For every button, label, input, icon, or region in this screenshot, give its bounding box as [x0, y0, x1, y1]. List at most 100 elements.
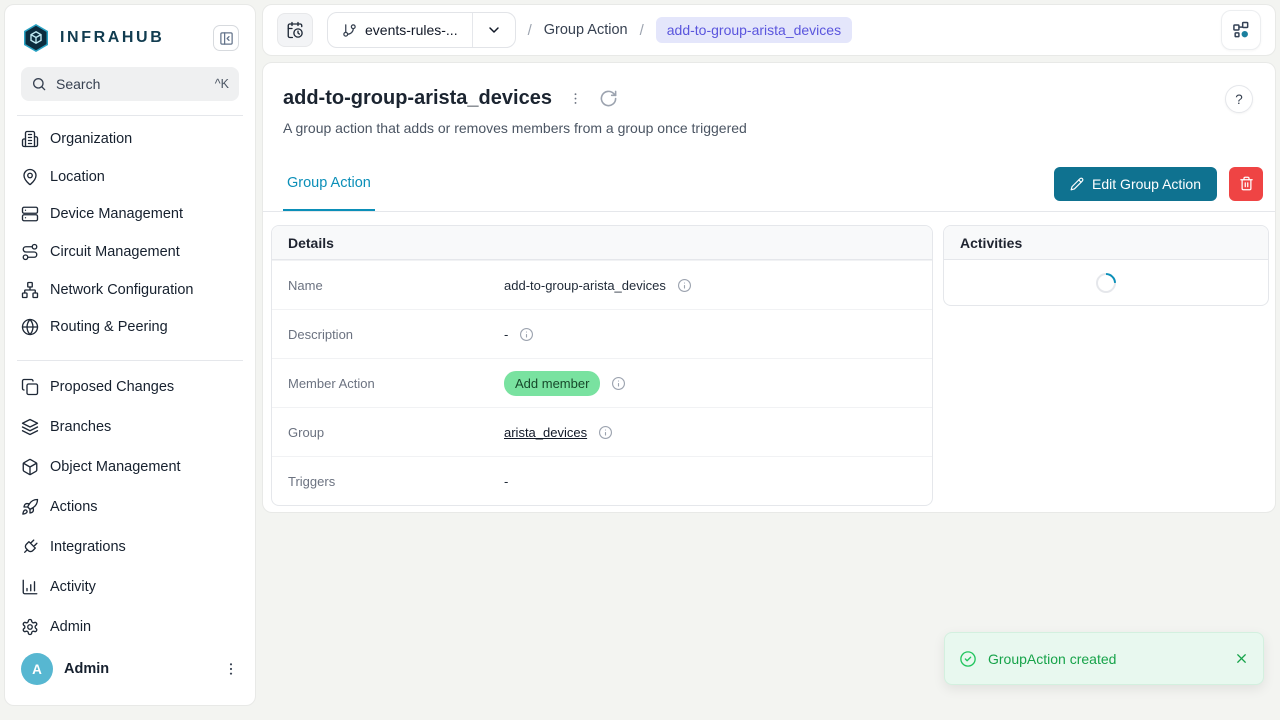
sidebar-item-label: Routing & Peering	[50, 319, 168, 335]
detail-label: Member Action	[272, 376, 504, 391]
main-content: add-to-group-arista_devices ? A group ac…	[262, 62, 1276, 513]
map-pin-icon	[21, 168, 39, 186]
branch-selector[interactable]: events-rules-...	[327, 12, 516, 48]
sidebar-item-branches[interactable]: Branches	[21, 407, 239, 447]
sidebar-item-label: Circuit Management	[50, 244, 180, 260]
activities-panel: Activities	[943, 225, 1269, 306]
building-icon	[21, 130, 39, 148]
branch-name: events-rules-...	[365, 22, 458, 38]
sidebar-item-activity[interactable]: Activity	[21, 567, 239, 607]
sidebar-item-network-configuration[interactable]: Network Configuration	[21, 271, 239, 309]
network-icon	[21, 281, 39, 299]
sidebar-item-label: Integrations	[50, 539, 126, 555]
sidebar-item-label: Organization	[50, 131, 132, 147]
sidebar-item-location[interactable]: Location	[21, 158, 239, 196]
sidebar-nav-secondary: Proposed Changes Branches Object Managem…	[21, 367, 239, 647]
group-link[interactable]: arista_devices	[504, 425, 587, 440]
detail-value: -	[504, 327, 508, 342]
avatar: A	[21, 653, 53, 685]
sidebar-item-organization[interactable]: Organization	[21, 120, 239, 158]
detail-value: -	[504, 474, 508, 489]
schema-visualizer-button[interactable]	[1221, 10, 1261, 50]
user-menu[interactable]: A Admin	[21, 647, 239, 691]
pencil-icon	[1070, 177, 1084, 191]
edit-group-action-button[interactable]: Edit Group Action	[1054, 167, 1217, 201]
sidebar-item-object-management[interactable]: Object Management	[21, 447, 239, 487]
refresh-icon[interactable]	[599, 89, 618, 108]
edit-button-label: Edit Group Action	[1092, 176, 1201, 192]
page-title: add-to-group-arista_devices	[283, 87, 552, 110]
info-icon[interactable]	[611, 376, 626, 391]
search-label: Search	[56, 76, 206, 92]
sidebar-item-label: Proposed Changes	[50, 379, 174, 395]
sidebar-item-routing-peering[interactable]: Routing & Peering	[21, 308, 239, 346]
breadcrumb-group-action[interactable]: Group Action	[544, 22, 628, 38]
check-circle-icon	[959, 650, 977, 668]
git-branch-icon	[342, 23, 357, 38]
sidebar-nav-primary: Organization Location Device Management …	[21, 120, 239, 346]
sidebar-divider	[17, 115, 243, 116]
sidebar-item-label: Network Configuration	[50, 282, 193, 298]
delete-button[interactable]	[1229, 167, 1263, 201]
sidebar-collapse-button[interactable]	[213, 25, 239, 51]
top-header: events-rules-... / Group Action / add-to…	[262, 4, 1276, 56]
detail-label: Description	[272, 327, 504, 342]
schema-icon	[1231, 20, 1251, 40]
box-icon	[21, 458, 39, 476]
kebab-menu-icon[interactable]	[223, 661, 239, 677]
calendar-clock-icon	[286, 21, 304, 39]
details-panel: Details Name add-to-group-arista_devices…	[271, 225, 933, 506]
detail-row-name: Name add-to-group-arista_devices	[272, 260, 932, 309]
toast-notification: GroupAction created	[944, 632, 1264, 685]
info-icon[interactable]	[519, 327, 534, 342]
breadcrumb-current-page[interactable]: add-to-group-arista_devices	[656, 17, 852, 43]
server-icon	[21, 205, 39, 223]
activities-panel-title: Activities	[944, 226, 1268, 260]
breadcrumb-separator: /	[640, 22, 644, 39]
page-description: A group action that adds or removes memb…	[283, 120, 747, 136]
detail-row-triggers: Triggers -	[272, 456, 932, 505]
sidebar-item-integrations[interactable]: Integrations	[21, 527, 239, 567]
member-action-badge: Add member	[504, 371, 600, 396]
sidebar-item-device-management[interactable]: Device Management	[21, 195, 239, 233]
detail-label: Triggers	[272, 474, 504, 489]
info-icon[interactable]	[598, 425, 613, 440]
details-panel-title: Details	[272, 226, 932, 260]
tab-group-action[interactable]: Group Action	[283, 156, 375, 211]
detail-label: Name	[272, 278, 504, 293]
breadcrumb-separator: /	[528, 22, 532, 39]
sidebar-item-label: Device Management	[50, 206, 183, 222]
chevron-down-icon[interactable]	[473, 22, 515, 38]
user-name: Admin	[64, 661, 212, 677]
help-button[interactable]: ?	[1225, 85, 1253, 113]
infrahub-logo-icon	[21, 23, 51, 53]
sidebar-item-label: Branches	[50, 419, 111, 435]
sidebar-item-actions[interactable]: Actions	[21, 487, 239, 527]
sidebar-item-label: Activity	[50, 579, 96, 595]
sidebar-item-label: Admin	[50, 619, 91, 635]
sidebar-item-label: Object Management	[50, 459, 181, 475]
app-title: INFRAHUB	[60, 29, 213, 47]
close-icon[interactable]	[1234, 651, 1249, 666]
search-input[interactable]: Search ^K	[21, 67, 239, 101]
plug-icon	[17, 534, 42, 559]
route-icon	[21, 243, 39, 261]
info-icon[interactable]	[677, 278, 692, 293]
sidebar-item-proposed-changes[interactable]: Proposed Changes	[21, 367, 239, 407]
breadcrumb: / Group Action / add-to-group-arista_dev…	[516, 17, 853, 43]
rocket-icon	[21, 498, 39, 516]
sidebar-item-admin[interactable]: Admin	[21, 607, 239, 647]
loading-spinner	[1092, 269, 1120, 297]
sidebar: INFRAHUB Search ^K Organization Location…	[4, 4, 256, 706]
time-travel-button[interactable]	[277, 13, 313, 47]
layers-icon	[21, 418, 39, 436]
sidebar-item-label: Actions	[50, 499, 98, 515]
detail-row-member-action: Member Action Add member	[272, 358, 932, 407]
branch-selector-value: events-rules-...	[328, 22, 472, 38]
detail-row-description: Description -	[272, 309, 932, 358]
diff-copy-icon	[21, 378, 39, 396]
detail-value: add-to-group-arista_devices	[504, 278, 666, 293]
gear-icon	[21, 618, 39, 636]
title-kebab-menu-icon[interactable]	[568, 91, 583, 106]
sidebar-item-circuit-management[interactable]: Circuit Management	[21, 233, 239, 271]
